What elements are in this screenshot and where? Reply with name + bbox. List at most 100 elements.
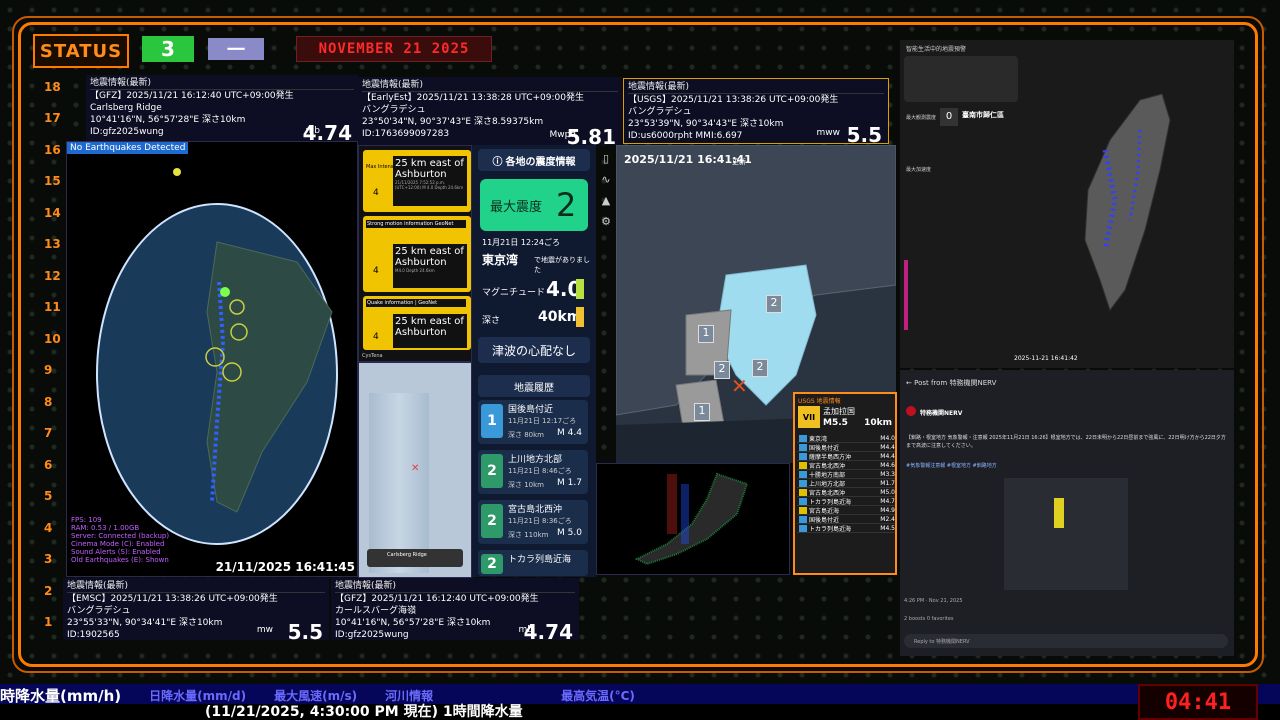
list-mag: M4.7: [880, 497, 895, 505]
clock: 04:41: [1138, 684, 1258, 720]
list-place: 十勝地方南部: [809, 471, 846, 479]
usgs-info-title: USGS 地震情報: [798, 398, 841, 405]
eq-card-emsc: 地震情報(最新) 【EMSC】2025/11/21 13:38:26 UTC+0…: [63, 578, 329, 644]
ruler-mark: 11: [44, 300, 61, 314]
max-intensity-card: 最大震度 2: [480, 179, 588, 231]
warning-area: [1054, 498, 1064, 528]
nerv-tags[interactable]: #気象警報注意報 #根室地方 #釧路地方: [906, 462, 997, 469]
card-title: Strong motion information GeoNet: [366, 220, 466, 228]
intensity-marker: 2: [714, 361, 730, 379]
ticker-item: 最高気温(°C): [561, 688, 635, 703]
ruler-mark: 8: [44, 395, 53, 409]
history-intensity: 1: [481, 404, 503, 438]
ticker-item: 最大風速(m/s): [274, 688, 358, 703]
list-place: 薩摩半島西方沖: [809, 453, 852, 461]
stat-line: FPS: 109: [71, 516, 102, 524]
ticker-sub: (11/21/2025, 4:30:00 PM 現在) 1時間降水量: [0, 704, 1280, 720]
geonet-card[interactable]: Quake information | GeoNet 4 25 km east …: [363, 296, 471, 350]
card-place: 25 km east of Ashburton: [395, 158, 464, 180]
nerv-name[interactable]: 特務機関NERV: [920, 408, 962, 417]
taiwan-timestamp: 2025-11-21 16:41:42: [1014, 355, 1078, 362]
ocean-map-panel[interactable]: ✕ Carlsberg Ridge: [358, 362, 472, 578]
geonet-card[interactable]: Strong motion information GeoNet 4 25 km…: [363, 216, 471, 292]
ruler-mark: 6: [44, 458, 53, 472]
list-mag: M4.4: [880, 443, 895, 451]
usgs-mag: M5.5: [823, 418, 848, 428]
history-time: 11月21日 8:36ごろ: [508, 517, 572, 525]
card-line: バングラデシュ: [628, 107, 692, 117]
magnitude: 5.5: [846, 123, 882, 147]
japan-map-graphic: [634, 472, 749, 566]
geonet-footer: CysTena: [362, 353, 383, 359]
nied-map[interactable]: [596, 463, 790, 575]
list-mag: M4.9: [880, 506, 895, 514]
ruler-mark: 16: [44, 143, 61, 157]
card-body: 25 km east of Ashburton M4.0 Depth 24.6k…: [393, 244, 467, 288]
eq-card-gfz-bottom: 地震情報(最新) 【GFZ】2025/11/21 16:12:40 UTC+09…: [331, 578, 579, 642]
depth-bar: [576, 307, 584, 327]
list-place: 国後島付近: [809, 516, 840, 524]
info-icon: ⓘ: [492, 156, 503, 168]
history-item[interactable]: 2 宮古島北西沖 11月21日 8:36ごろ 深さ 110km M 5.0: [478, 500, 588, 544]
status-label: STATUS: [33, 34, 129, 68]
wave-icon[interactable]: ∿: [596, 169, 616, 190]
gear-icon[interactable]: ⚙: [596, 211, 616, 232]
magnitude: 5.5: [287, 620, 323, 644]
list-place: トカラ列島近海: [809, 525, 852, 533]
ruler-mark: 9: [44, 363, 53, 377]
card-line: 【GFZ】2025/11/21 16:12:40 UTC+09:00発生: [90, 91, 294, 101]
stat-line: Old Earthquakes (E): Shown: [71, 556, 169, 564]
globe-stats: FPS: 109 RAM: 0.53 / 1.00GB Server: Conn…: [71, 516, 169, 564]
ruler-mark: 1: [44, 615, 53, 629]
list-item[interactable]: トカラ列島近海 M4.5: [797, 524, 895, 533]
geonet-card[interactable]: Max Intensity 4 25 km east of Ashburton …: [363, 150, 471, 212]
magnitude: 4.74: [302, 121, 352, 145]
ticker-item: 日降水量(mm/d): [149, 688, 247, 703]
info-icon[interactable]: ▯: [596, 148, 616, 169]
stat-line: Cinema Mode (C): Enabled: [71, 540, 165, 548]
list-mag: M2.4: [880, 515, 895, 523]
card-title: Quake information | GeoNet: [366, 299, 466, 307]
ruler-mark: 5: [44, 489, 53, 503]
reply-input[interactable]: Reply to 特務機関NERV: [904, 634, 1228, 648]
history-intensity: 2: [481, 554, 503, 574]
history-title: 地震履歴: [478, 375, 590, 397]
ruler-mark: 15: [44, 174, 61, 188]
history-mag: M 5.0: [557, 528, 582, 538]
nerv-back-link[interactable]: ← Post from 特務機関NERV: [906, 378, 996, 388]
history-mag: M 4.4: [557, 428, 582, 438]
card-header: 地震情報(最新): [335, 580, 575, 593]
history-item[interactable]: 2 上川地方北部 11月21日 8:46ごろ 深さ 10km M 1.7: [478, 450, 588, 494]
globe-panel[interactable]: No Earthquakes Detected FPS: 109 RAM: 0.…: [66, 141, 358, 577]
list-mag: M4.4: [880, 452, 895, 460]
card-place: 25 km east of Ashburton: [395, 246, 464, 268]
warning-icon[interactable]: ▲: [596, 190, 616, 211]
list-place: 宮古島北西沖: [809, 489, 846, 497]
globe-map: [96, 168, 338, 545]
max-intensity-label: 最大震度: [490, 199, 543, 215]
list-mag: M3.3: [880, 470, 895, 478]
ticker-item: 時降水量(mm/h): [0, 686, 122, 705]
history-depth: 深さ 80km: [508, 431, 545, 439]
mag-bar: [576, 279, 584, 299]
nerv-image[interactable]: [1004, 478, 1128, 590]
list-place: 宮古島近海: [809, 507, 840, 515]
history-place: トカラ列島近海: [508, 555, 572, 565]
card-line: ID:1902565: [67, 630, 120, 640]
ruler-mark: 18: [44, 80, 61, 94]
avatar[interactable]: [906, 406, 916, 416]
card-line: バングラデシュ: [362, 105, 426, 115]
card-header: 地震情報(最新): [628, 81, 884, 94]
usgs-depth: 10km: [864, 418, 892, 428]
card-meta: 21/11/2025 7:52:52 p.m. (UTC+12:00) M 4.…: [395, 180, 464, 190]
nerv-back-text: Post from 特務機関NERV: [914, 379, 997, 387]
card-body: 25 km east of Ashburton 21/11/2025 7:52:…: [393, 156, 467, 206]
eq-card-gfz-top: 地震情報(最新) 【GFZ】2025/11/21 16:12:40 UTC+09…: [86, 75, 358, 145]
ruler-mark: 13: [44, 237, 61, 251]
ruler-mark: 14: [44, 206, 61, 220]
mag-type: mw: [256, 625, 273, 635]
history-item[interactable]: 1 国後島付近 11月21日 12:17ごろ 深さ 80km M 4.4: [478, 400, 588, 444]
history-item[interactable]: 2 トカラ列島近海: [478, 550, 588, 576]
usgs-intensity: VII: [798, 406, 820, 428]
ruler-mark: 12: [44, 269, 61, 283]
